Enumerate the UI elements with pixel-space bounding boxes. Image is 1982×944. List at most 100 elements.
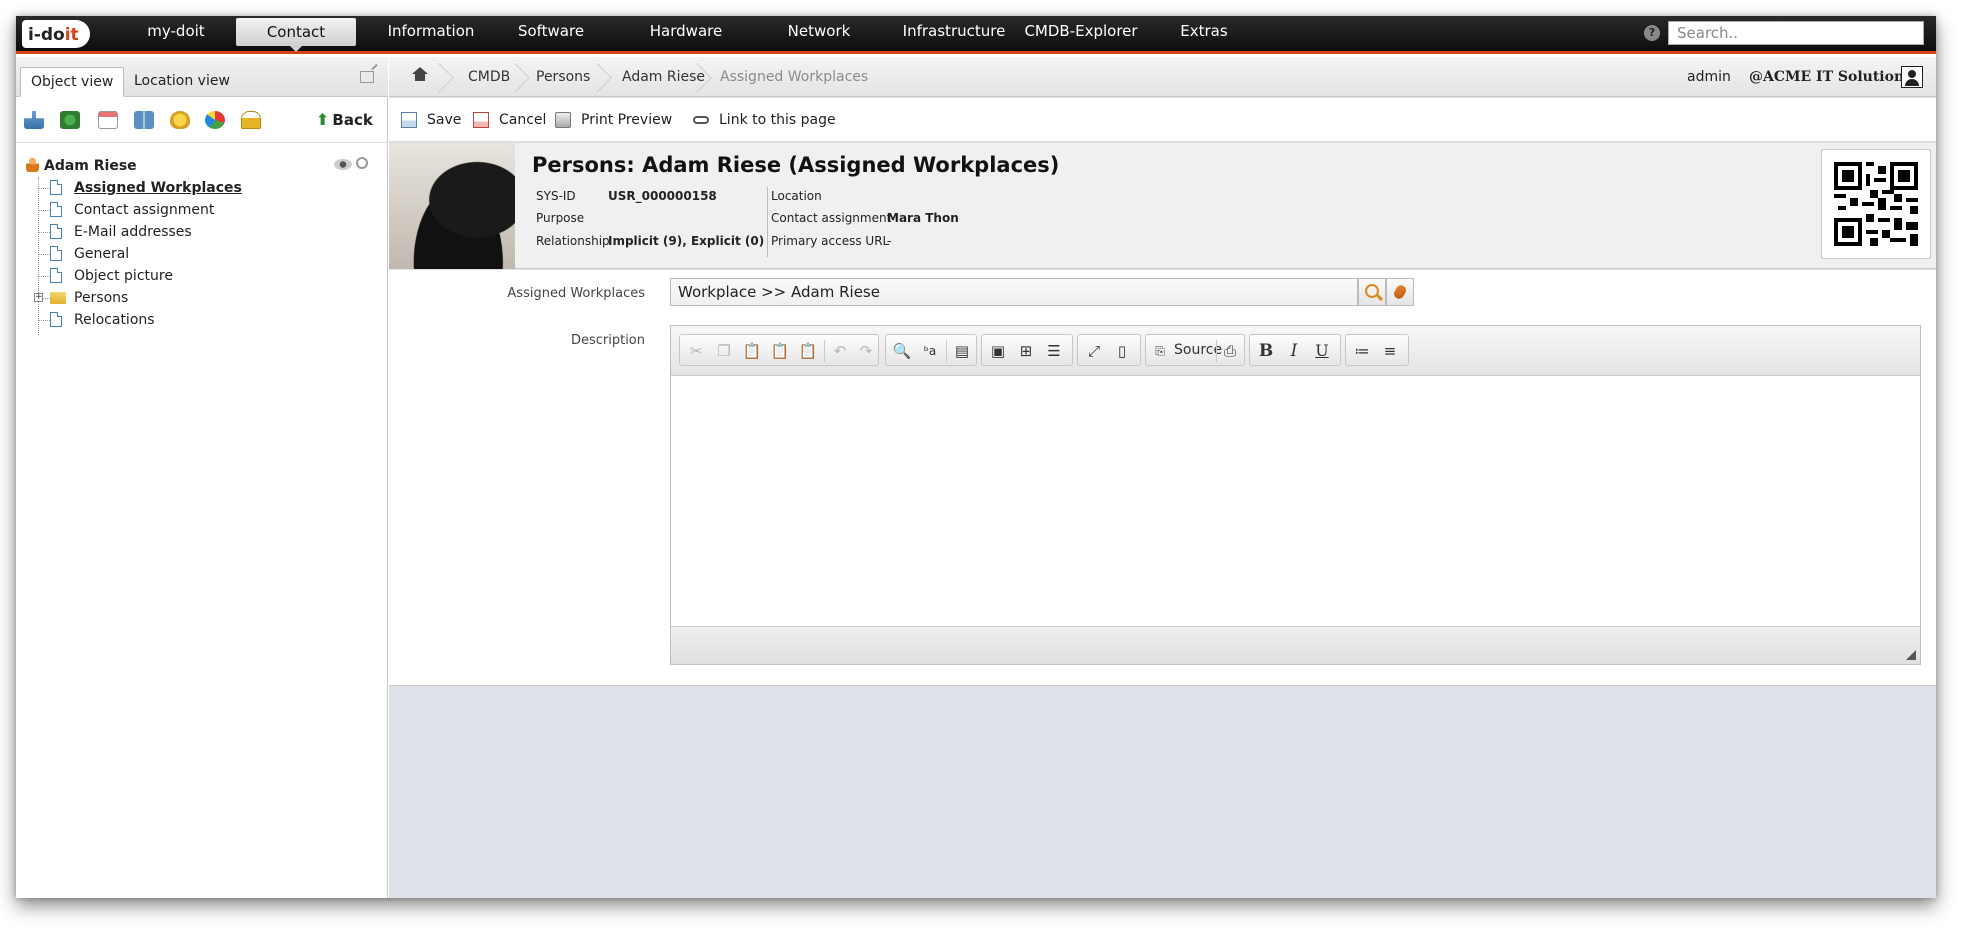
- save-label: Save: [427, 112, 462, 128]
- book-icon[interactable]: [134, 111, 154, 129]
- magnifier-icon[interactable]: [356, 157, 368, 169]
- save-icon: [401, 112, 417, 128]
- left-panel: Object view Location view ⬆ Back Adam Rie…: [16, 57, 388, 898]
- image-icon[interactable]: ▣: [988, 341, 1008, 361]
- badge-icon[interactable]: [170, 111, 190, 129]
- folder-icon: [50, 292, 66, 304]
- top-navigation-bar: i-doit my-doit Contact Information Softw…: [16, 16, 1936, 54]
- i-doit-logo[interactable]: i-doit: [22, 20, 90, 48]
- cut-icon[interactable]: ✂: [686, 341, 706, 361]
- up-arrow-icon: ⬆: [316, 110, 330, 129]
- lock-icon[interactable]: [241, 111, 261, 129]
- nav-extras[interactable]: Extras: [1159, 16, 1249, 54]
- list-group: ≔ ≡: [1345, 334, 1409, 366]
- format-group: B I U: [1249, 334, 1341, 366]
- search-input[interactable]: [1668, 21, 1924, 45]
- main-content: CMDB Persons Adam Riese Assigned Workpla…: [389, 57, 1936, 898]
- print-preview-button[interactable]: Print Preview: [555, 98, 672, 142]
- replace-icon[interactable]: ᵇa: [920, 341, 940, 361]
- tree-node-label: Object picture: [74, 268, 173, 284]
- tree-root-label: Adam Riese: [44, 158, 137, 174]
- detach-button[interactable]: [1386, 278, 1414, 306]
- tree-root-node[interactable]: Adam Riese: [26, 155, 137, 177]
- expand-icon[interactable]: [60, 111, 80, 129]
- resize-handle-icon[interactable]: [1906, 650, 1916, 660]
- copy-icon[interactable]: ❐: [714, 341, 734, 361]
- relationship-label: Relationship: [536, 234, 610, 248]
- chart-icon[interactable]: [205, 111, 225, 129]
- link-to-page-button[interactable]: Link to this page: [693, 98, 836, 142]
- document-icon: [50, 268, 62, 283]
- avatar[interactable]: [1901, 66, 1923, 88]
- nav-hardware[interactable]: Hardware: [636, 16, 736, 54]
- assigned-workplaces-label: Assigned Workplaces: [507, 286, 645, 301]
- source-icon[interactable]: ⎘: [1150, 341, 1170, 361]
- tab-object-view[interactable]: Object view: [20, 67, 125, 97]
- meta-divider: [767, 187, 768, 257]
- nav-infrastructure[interactable]: Infrastructure: [894, 16, 1014, 54]
- calendar-icon[interactable]: [98, 111, 118, 129]
- document-icon: [50, 202, 62, 217]
- horizontal-line-icon[interactable]: ☰: [1044, 341, 1064, 361]
- paste-icon[interactable]: 📋: [742, 341, 762, 361]
- object-browser-button[interactable]: [1358, 278, 1386, 306]
- cancel-button[interactable]: Cancel: [473, 98, 546, 142]
- undo-icon[interactable]: ↶: [830, 341, 850, 361]
- tree-node-label: Contact assignment: [74, 202, 215, 218]
- breadcrumb: CMDB Persons Adam Riese Assigned Workpla…: [389, 57, 1936, 97]
- redo-icon[interactable]: ↷: [856, 341, 876, 361]
- nav-information[interactable]: Information: [371, 16, 491, 54]
- table-icon[interactable]: ⊞: [1016, 341, 1036, 361]
- access-url-value: -: [887, 234, 892, 248]
- organization-name[interactable]: @ACME IT Solutions: [1749, 57, 1912, 97]
- document-icon: [50, 180, 62, 195]
- qr-code[interactable]: [1821, 149, 1931, 259]
- source-group: ⎘ Source ⎙: [1145, 334, 1245, 366]
- nav-software[interactable]: Software: [501, 16, 601, 54]
- nav-network[interactable]: Network: [769, 16, 869, 54]
- user-name[interactable]: admin: [1687, 57, 1731, 97]
- tree-node-label: General: [74, 246, 130, 262]
- tree-node-label: Assigned Workplaces: [74, 180, 242, 196]
- italic-button[interactable]: I: [1284, 341, 1304, 361]
- nav-cmdb-explorer[interactable]: CMDB-Explorer: [1016, 16, 1146, 54]
- bullet-list-icon[interactable]: ≡: [1380, 341, 1400, 361]
- nav-my-doit[interactable]: my-doit: [116, 16, 236, 54]
- object-picture[interactable]: [389, 143, 515, 269]
- tree-structure-icon[interactable]: [24, 111, 44, 129]
- tree-toolbar: ⬆ Back: [16, 97, 388, 143]
- logo-accent-text: it: [64, 25, 79, 45]
- link-label: Link to this page: [719, 112, 836, 128]
- help-icon[interactable]: ?: [1644, 25, 1660, 41]
- find-icon[interactable]: 🔍: [892, 341, 912, 361]
- source-button[interactable]: Source: [1174, 335, 1222, 365]
- tree-node-label: Persons: [74, 290, 129, 306]
- back-button[interactable]: ⬆ Back: [316, 107, 373, 133]
- document-icon: [50, 246, 62, 261]
- expand-plus-icon[interactable]: +: [34, 293, 43, 302]
- assigned-workplaces-field[interactable]: Workplace >> Adam Riese: [670, 278, 1358, 306]
- save-button[interactable]: Save: [401, 98, 461, 142]
- bold-button[interactable]: B: [1256, 341, 1276, 361]
- underline-button[interactable]: U: [1312, 341, 1332, 361]
- description-editor: ✂ ❐ 📋 📋 📋 ↶ ↷ 🔍 ᵇa ▤ ▣ ⊞ ☰ ⤢ ▯ ⎘ Source …: [670, 325, 1921, 665]
- view-group: ⤢ ▯: [1077, 334, 1141, 366]
- tree-node-label: E-Mail addresses: [74, 224, 192, 240]
- show-blocks-icon[interactable]: ▯: [1112, 341, 1132, 361]
- contact-assignment-value[interactable]: Mara Thon: [887, 211, 959, 225]
- description-textarea[interactable]: [671, 377, 1920, 625]
- print-icon[interactable]: ⎙: [1220, 341, 1240, 361]
- popout-icon[interactable]: [360, 71, 374, 83]
- relationship-value[interactable]: Implicit (9), Explicit (0): [608, 234, 764, 248]
- maximize-icon[interactable]: ⤢: [1084, 341, 1104, 361]
- nav-contact[interactable]: Contact: [236, 18, 356, 52]
- select-all-icon[interactable]: ▤: [952, 341, 972, 361]
- numbered-list-icon[interactable]: ≔: [1352, 341, 1372, 361]
- paste-word-icon[interactable]: 📋: [798, 341, 818, 361]
- editor-footer: [671, 626, 1920, 664]
- paste-text-icon[interactable]: 📋: [770, 341, 790, 361]
- eye-icon[interactable]: [334, 159, 352, 170]
- link-icon: [693, 116, 709, 124]
- print-preview-label: Print Preview: [581, 112, 673, 128]
- tab-location-view[interactable]: Location view: [124, 67, 240, 97]
